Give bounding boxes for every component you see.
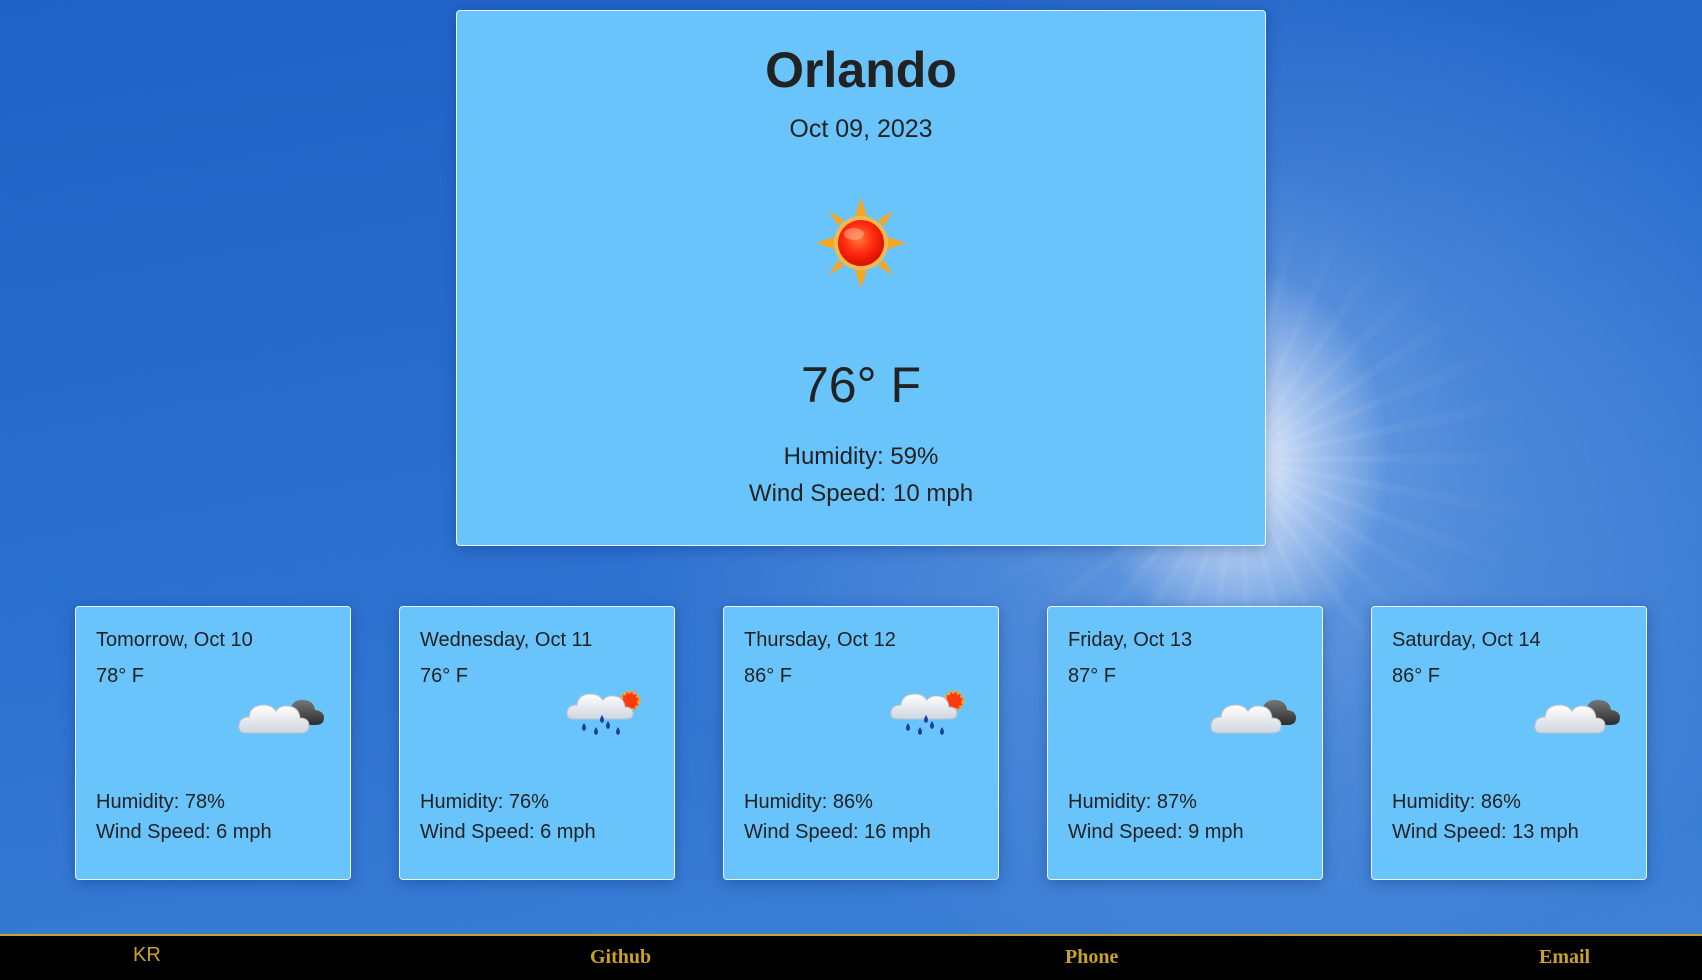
forecast-card: Tomorrow, Oct 10 78° F Humidity: 78% Win… (75, 606, 351, 880)
forecast-temperature: 78° F (96, 665, 145, 687)
forecast-temperature: 86° F (1392, 665, 1441, 687)
forecast-day: Saturday, Oct 14 (1392, 629, 1541, 651)
footer: KR Github Phone Email (0, 934, 1702, 980)
forecast-temperature: 76° F (420, 665, 469, 687)
forecast-card: Thursday, Oct 12 86° F Humidity: 86% Win… (723, 606, 999, 880)
forecast-humidity: Humidity: 86% (744, 791, 873, 813)
forecast-wind-speed: Wind Speed: 6 mph (420, 821, 596, 843)
forecast-day: Friday, Oct 13 (1068, 629, 1193, 651)
rain-sun-icon (562, 681, 650, 741)
forecast-wind-speed: Wind Speed: 9 mph (1068, 821, 1244, 843)
footer-brand: KR (133, 944, 161, 966)
partly-cloudy-icon (1210, 681, 1298, 741)
forecast-day: Thursday, Oct 12 (744, 629, 896, 651)
forecast-humidity: Humidity: 87% (1068, 791, 1197, 813)
sun-icon (816, 198, 906, 288)
partly-cloudy-icon (238, 681, 326, 741)
forecast-wind-speed: Wind Speed: 13 mph (1392, 821, 1579, 843)
current-temperature: 76° F (800, 357, 922, 413)
forecast-card: Saturday, Oct 14 86° F Humidity: 86% Win… (1371, 606, 1647, 880)
forecast-wind-speed: Wind Speed: 6 mph (96, 821, 272, 843)
forecast-humidity: Humidity: 76% (420, 791, 549, 813)
forecast-temperature: 86° F (744, 665, 793, 687)
current-date: Oct 09, 2023 (789, 115, 933, 143)
forecast-humidity: Humidity: 86% (1392, 791, 1521, 813)
phone-link[interactable]: Phone (1065, 946, 1118, 969)
github-link[interactable]: Github (590, 946, 651, 969)
forecast-temperature: 87° F (1068, 665, 1117, 687)
forecast-day: Tomorrow, Oct 10 (96, 629, 253, 651)
current-weather-card: Orlando Oct 09, 2023 76° F Humidity: 59%… (456, 10, 1266, 546)
forecast-card: Friday, Oct 13 87° F Humidity: 87% Wind … (1047, 606, 1323, 880)
partly-cloudy-icon (1534, 681, 1622, 741)
forecast-card: Wednesday, Oct 11 76° F Humidity: 76% Wi… (399, 606, 675, 880)
forecast-humidity: Humidity: 78% (96, 791, 225, 813)
forecast-day: Wednesday, Oct 11 (420, 629, 593, 651)
email-link[interactable]: Email (1539, 946, 1590, 969)
forecast-wind-speed: Wind Speed: 16 mph (744, 821, 931, 843)
current-wind-speed: Wind Speed: 10 mph (748, 480, 974, 507)
rain-sun-icon (886, 681, 974, 741)
current-humidity: Humidity: 59% (783, 443, 939, 470)
city-name: Orlando (765, 42, 957, 98)
